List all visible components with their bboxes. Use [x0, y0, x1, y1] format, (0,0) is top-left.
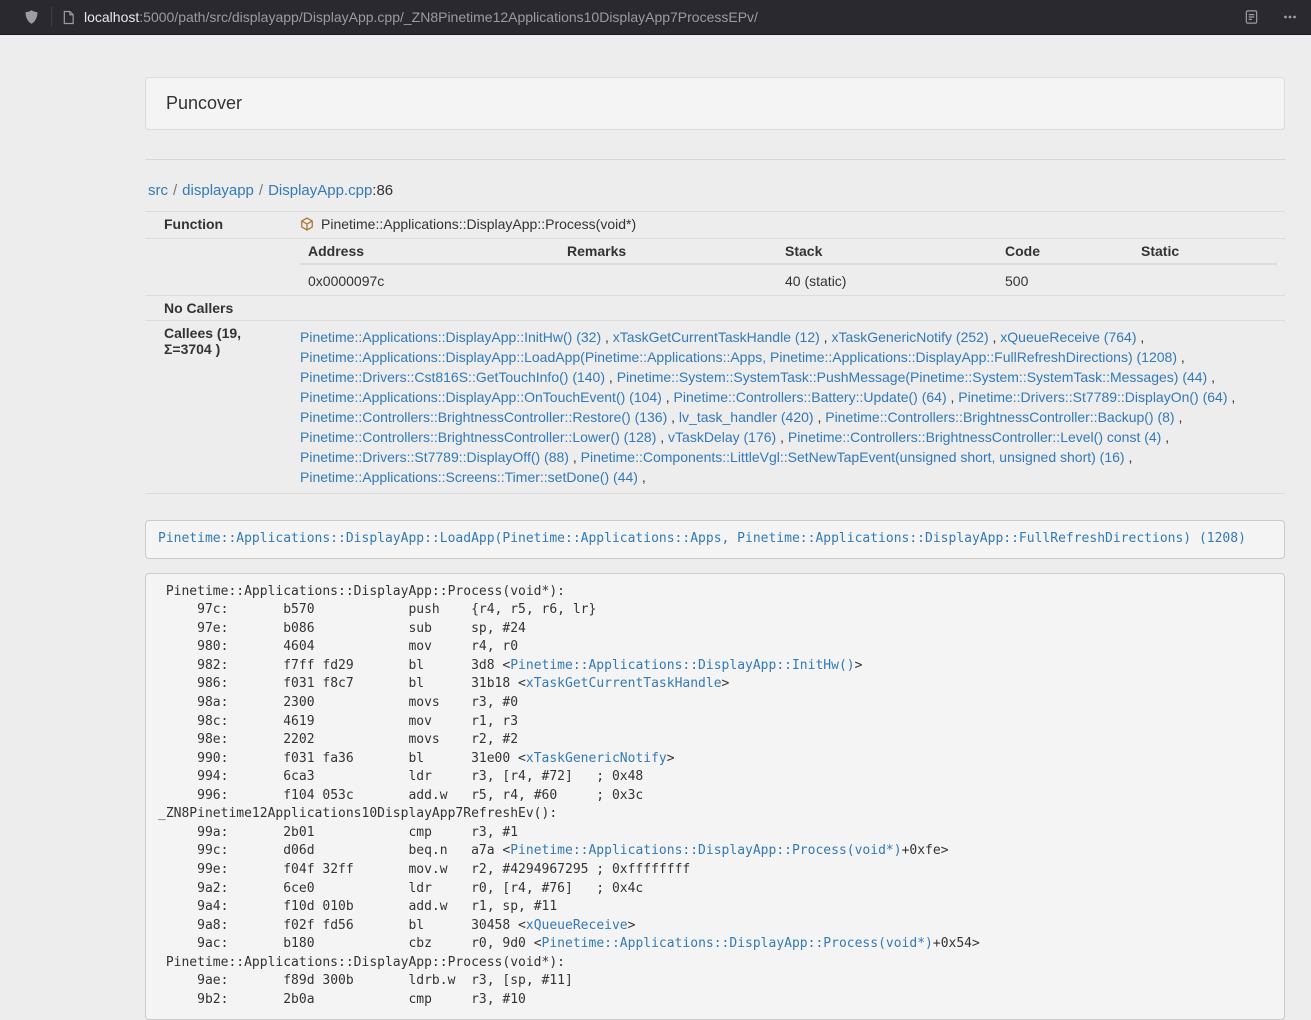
stat-static	[1133, 264, 1277, 295]
callees-row: Callees (19, Σ=3704 ) Pinetime::Applicat…	[145, 321, 1285, 494]
no-callers-cell	[292, 296, 1285, 321]
url-host: localhost	[84, 9, 139, 25]
app-title: Puncover	[166, 93, 1264, 114]
app-header-panel: Puncover	[145, 77, 1285, 130]
stats-header-row: Address Remarks Stack Code Static	[300, 243, 1277, 264]
breadcrumb-separator: /	[259, 182, 263, 199]
function-name-cell: Pinetime::Applications::DisplayApp::Proc…	[292, 212, 1285, 239]
callee-link[interactable]: Pinetime::Drivers::St7789::DisplayOn() (…	[958, 389, 1227, 405]
loadapp-symbol-link[interactable]: Pinetime::Applications::DisplayApp::Load…	[158, 531, 1246, 546]
stats-row-label	[145, 239, 292, 296]
col-header-code: Code	[997, 243, 1133, 264]
highlighted-symbol-block: Pinetime::Applications::DisplayApp::Load…	[145, 520, 1285, 559]
page-info-icon[interactable]	[62, 10, 75, 25]
callee-link[interactable]: Pinetime::Applications::DisplayApp::Init…	[300, 329, 601, 345]
callee-link[interactable]: Pinetime::Applications::Screens::Timer::…	[300, 469, 638, 485]
callees-cell: Pinetime::Applications::DisplayApp::Init…	[292, 321, 1285, 494]
col-header-stack: Stack	[777, 243, 997, 264]
page-container: Puncover src / displayapp / DisplayApp.cpp:8…	[145, 77, 1285, 1020]
disassembly-block: Pinetime::Applications::DisplayApp::Proc…	[145, 573, 1285, 1020]
callee-link[interactable]: xTaskGenericNotify (252)	[831, 329, 988, 345]
breadcrumb-file-link[interactable]: DisplayApp.cpp	[268, 182, 372, 199]
url-path: :5000/path/src/displayapp/DisplayApp.cpp…	[139, 9, 758, 25]
breadcrumb-line-number: :86	[372, 182, 393, 199]
stats-table: Address Remarks Stack Code Static 0x0000…	[300, 243, 1277, 295]
urlbar-actions	[1244, 9, 1297, 25]
browser-chrome: localhost:5000/path/src/displayapp/Displ…	[0, 0, 1311, 35]
col-header-remarks: Remarks	[559, 243, 777, 264]
no-callers-label: No Callers	[145, 296, 292, 321]
breadcrumb: src / displayapp / DisplayApp.cpp:86	[148, 182, 1285, 199]
urlbar-divider	[51, 7, 52, 27]
callee-link[interactable]: Pinetime::Drivers::St7789::DisplayOff() …	[300, 449, 569, 465]
stat-remarks	[559, 264, 777, 295]
function-cube-icon	[300, 217, 314, 234]
asm-symbol-link[interactable]: Pinetime::Applications::DisplayApp::Init…	[510, 658, 854, 673]
callee-link[interactable]: Pinetime::System::SystemTask::PushMessag…	[617, 369, 1208, 385]
callee-link[interactable]: Pinetime::Applications::DisplayApp::OnTo…	[300, 389, 662, 405]
breadcrumb-src-link[interactable]: src	[148, 182, 168, 199]
asm-symbol-link[interactable]: xTaskGetCurrentTaskHandle	[526, 676, 722, 691]
callee-link[interactable]: xQueueReceive (764)	[1000, 329, 1136, 345]
callee-link[interactable]: Pinetime::Controllers::Battery::Update()…	[674, 389, 947, 405]
col-header-address: Address	[300, 243, 559, 264]
callee-link[interactable]: xTaskGetCurrentTaskHandle (12)	[613, 329, 820, 345]
asm-symbol-link[interactable]: xQueueReceive	[526, 918, 628, 933]
breadcrumb-displayapp-link[interactable]: displayapp	[182, 182, 254, 199]
asm-symbol-link[interactable]: xTaskGenericNotify	[526, 751, 667, 766]
callee-link[interactable]: vTaskDelay (176)	[668, 429, 776, 445]
callee-link[interactable]: lv_task_handler (420)	[679, 409, 814, 425]
callee-link[interactable]: Pinetime::Controllers::BrightnessControl…	[825, 409, 1174, 425]
stats-row: Address Remarks Stack Code Static 0x0000…	[145, 239, 1285, 296]
asm-symbol-link[interactable]: Pinetime::Applications::DisplayApp::Proc…	[510, 843, 901, 858]
url-bar[interactable]: localhost:5000/path/src/displayapp/Displ…	[84, 9, 758, 25]
stats-cell: Address Remarks Stack Code Static 0x0000…	[292, 239, 1285, 296]
stat-code: 500	[997, 264, 1133, 295]
callees-label: Callees (19, Σ=3704 )	[145, 321, 292, 494]
callee-link[interactable]: Pinetime::Drivers::Cst816S::GetTouchInfo…	[300, 369, 605, 385]
callee-link[interactable]: Pinetime::Applications::DisplayApp::Load…	[300, 349, 1177, 365]
stat-address: 0x0000097c	[300, 264, 559, 295]
function-name: Pinetime::Applications::DisplayApp::Proc…	[321, 216, 636, 232]
callee-link[interactable]: Pinetime::Controllers::BrightnessControl…	[788, 429, 1161, 445]
function-row: Function Pinetime::Applications::Display…	[145, 212, 1285, 239]
function-table: Function Pinetime::Applications::Display…	[145, 211, 1285, 494]
callee-link[interactable]: Pinetime::Components::LittleVgl::SetNewT…	[581, 449, 1125, 465]
asm-symbol-link[interactable]: Pinetime::Applications::DisplayApp::Proc…	[542, 936, 933, 951]
breadcrumb-separator: /	[173, 182, 177, 199]
page-actions-icon[interactable]	[1283, 10, 1297, 24]
callee-link[interactable]: Pinetime::Controllers::BrightnessControl…	[300, 429, 656, 445]
tracking-protection-shield-icon[interactable]	[24, 9, 39, 25]
reader-view-icon[interactable]	[1244, 9, 1259, 25]
section-divider	[145, 159, 1285, 160]
stat-stack: 40 (static)	[777, 264, 997, 295]
callee-link[interactable]: Pinetime::Controllers::BrightnessControl…	[300, 409, 667, 425]
function-label: Function	[145, 212, 292, 239]
col-header-static: Static	[1133, 243, 1277, 264]
no-callers-row: No Callers	[145, 296, 1285, 321]
stats-data-row: 0x0000097c 40 (static) 500	[300, 264, 1277, 295]
